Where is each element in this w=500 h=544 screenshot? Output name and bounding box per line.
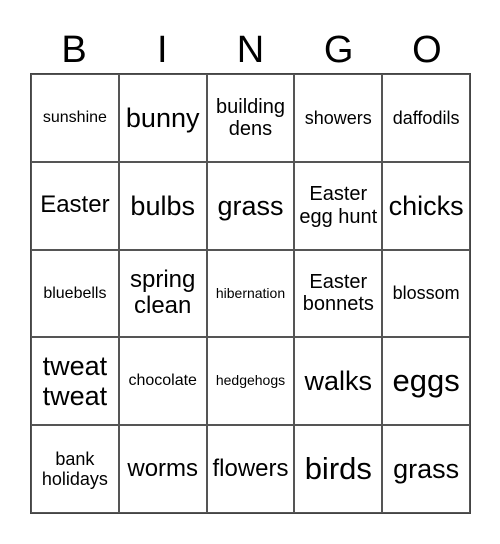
header-letter-g: G — [323, 29, 354, 71]
bingo-cell: birds — [294, 425, 383, 513]
bingo-cell: grass — [206, 161, 295, 250]
bingo-cell: spring clean — [118, 249, 207, 338]
bingo-cell: Easter — [31, 161, 119, 250]
bingo-cell: blossom — [382, 249, 470, 338]
header-letter-n: N — [236, 29, 265, 71]
bingo-cell: bunny — [118, 74, 207, 162]
bingo-cell: worms — [118, 425, 207, 513]
bingo-cell: bulbs — [118, 161, 207, 250]
bingo-cell: hibernation — [206, 249, 295, 338]
header-letter-i: I — [157, 29, 168, 71]
bingo-cell: chocolate — [118, 337, 207, 426]
bingo-cell: chicks — [382, 161, 470, 250]
bingo-cell: hedgehogs — [206, 337, 295, 426]
bingo-cell: grass — [382, 425, 470, 513]
bingo-cell: bank holidays — [31, 425, 119, 513]
bingo-cell: building dens — [206, 74, 295, 162]
bingo-cell: Easter egg hunt — [294, 161, 383, 250]
bingo-cell: flowers — [206, 425, 295, 513]
bingo-cell: Easter bonnets — [294, 249, 383, 338]
header-letter-o: O — [412, 29, 442, 71]
bingo-cell: showers — [294, 74, 383, 162]
bingo-cell: eggs — [382, 337, 470, 426]
bingo-cell: bluebells — [31, 249, 119, 338]
bingo-cell: walks — [294, 337, 383, 426]
bingo-cell: daffodils — [382, 74, 470, 162]
bingo-cell: tweat tweat — [31, 337, 119, 426]
bingo-grid: sunshine bunny building dens showers daf… — [30, 73, 471, 514]
bingo-cell: sunshine — [31, 74, 119, 162]
bingo-header: B I N G O — [30, 28, 471, 72]
header-letter-b: B — [61, 29, 87, 71]
